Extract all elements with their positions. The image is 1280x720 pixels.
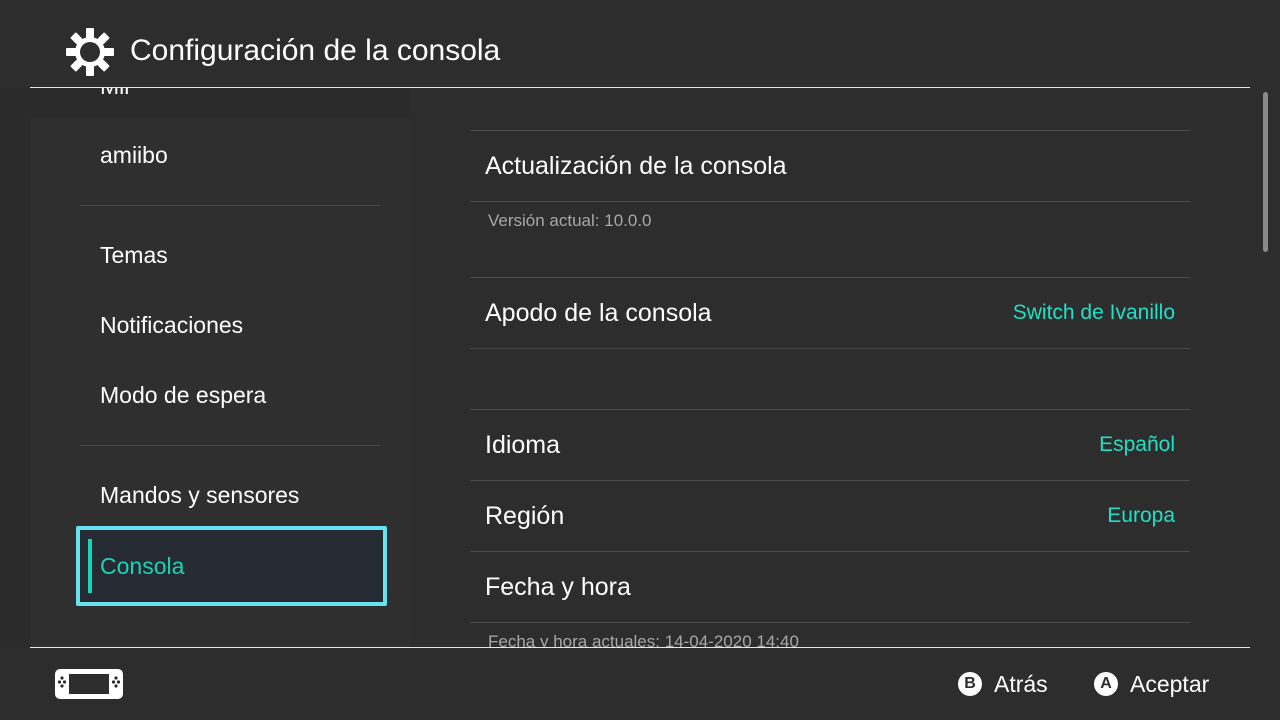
region-label: Región (485, 502, 565, 530)
sidebar-item-notifications[interactable]: Notificaciones (100, 310, 243, 340)
scrollbar[interactable] (1263, 92, 1268, 252)
system-settings-screen: Configuración de la consola Mii Configur… (0, 0, 1280, 720)
sidebar-item-label: Consola (100, 553, 185, 579)
sidebar-item-themes[interactable]: Temas (100, 240, 168, 270)
system-update-row[interactable]: Actualización de la consola (470, 131, 1190, 201)
sidebar-item-amiibo[interactable]: amiibo (100, 140, 168, 170)
page-title-overlay: Configuración de la consola (130, 34, 501, 67)
selection-indicator (88, 539, 92, 593)
back-label: Atrás (994, 671, 1048, 697)
accept-label: Aceptar (1130, 671, 1210, 697)
footer: B Atrás A Aceptar (0, 648, 1280, 720)
b-button-icon: B (958, 672, 982, 696)
accept-button[interactable]: A Aceptar (1094, 670, 1209, 698)
row-divider (470, 622, 1190, 623)
language-value: Español (1099, 433, 1175, 456)
row-divider (470, 348, 1190, 349)
current-version-text: Versión actual: 10.0.0 (488, 211, 652, 230)
region-row[interactable]: Región Europa (470, 481, 1190, 551)
console-nickname-row[interactable]: Apodo de la consola Switch de Ivanillo (470, 278, 1190, 348)
sidebar-divider (80, 205, 380, 206)
console-nickname-label: Apodo de la consola (485, 299, 712, 327)
date-time-row[interactable]: Fecha y hora (470, 552, 1190, 622)
settings-list: Actualización de la consola Versión actu… (470, 88, 1190, 647)
language-row[interactable]: Idioma Español (470, 410, 1190, 480)
sidebar-divider (80, 445, 380, 446)
gear-icon (66, 28, 114, 76)
language-label: Idioma (485, 431, 561, 459)
system-update-label: Actualización de la consola (485, 152, 787, 180)
current-date-time-text: Fecha y hora actuales: 14-04-2020 14:40 (488, 632, 799, 647)
a-button-icon: A (1094, 672, 1118, 696)
handheld-console-icon (55, 669, 123, 699)
date-time-label: Fecha y hora (485, 573, 631, 601)
region-value: Europa (1107, 504, 1175, 527)
sidebar-item-sleep-mode[interactable]: Modo de espera (100, 380, 266, 410)
sidebar-item-controllers[interactable]: Mandos y sensores (100, 480, 299, 510)
row-divider (470, 201, 1190, 202)
console-nickname-value: Switch de Ivanillo (1012, 301, 1175, 324)
back-button[interactable]: B Atrás (958, 670, 1048, 698)
sidebar-item-system[interactable]: Consola (76, 526, 387, 606)
